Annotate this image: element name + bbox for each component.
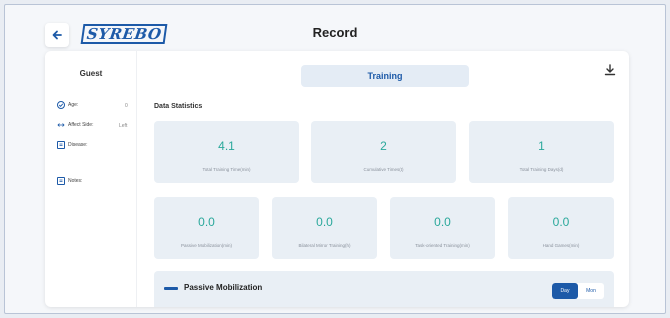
page-title: Record [312,25,358,40]
user-name: Guest [79,69,103,78]
stat-label: Total Training Days(d) [519,167,564,172]
stat-card-passive-mobilization: 0.0 Passive Mobilization(min) [154,197,259,259]
notes-label: Notes: [68,178,83,184]
passive-mobilization-panel: Passive Mobilization Day Mon [154,271,614,307]
affect-side-value: Left [119,123,128,129]
stat-value: 0.0 [198,215,215,229]
download-icon [604,64,616,76]
stat-label: Bilateral Mirror Training(h) [298,243,351,248]
period-toggle: Day Mon [552,283,604,299]
stat-card-task-oriented: 0.0 Task-oriented Training(min) [390,197,495,259]
stat-value: 0.0 [316,215,333,229]
affect-side-icon [57,121,65,129]
stat-card-bilateral-mirror: 0.0 Bilateral Mirror Training(h) [272,197,377,259]
notes-row: Notes: [57,177,82,185]
stat-value: 4.1 [218,139,235,153]
affect-side-label: Affect Side: [68,122,94,128]
stat-value: 0.0 [434,215,451,229]
stat-label: Task-oriented Training(min) [415,243,470,248]
disease-row: Disease: [57,141,87,149]
toggle-month[interactable]: Mon [578,283,604,299]
panel-title: Passive Mobilization [184,283,263,292]
download-button[interactable] [603,63,617,77]
stat-label: Passive Mobilization(min) [180,243,233,248]
main-content: Training Data Statistics 4.1 Total Train… [137,51,629,307]
stat-card-hand-games: 0.0 Hand Games(min) [508,197,614,259]
top-bar: SYREBO Record [5,5,665,51]
affect-side-row: Affect Side: [57,121,93,129]
age-icon [57,101,65,109]
toggle-day[interactable]: Day [552,283,578,299]
disease-icon [57,141,65,149]
app-screen: SYREBO Record Guest Age: 0 Affect Side: … [4,4,666,314]
stat-card-total-time: 4.1 Total Training Time(min) [154,121,299,183]
tab-training[interactable]: Training [301,65,469,87]
age-label: Age: [68,102,79,108]
section-title: Data Statistics [154,103,203,110]
stat-label: Hand Games(min) [542,243,580,248]
panel-accent-bar [164,287,178,290]
stat-value: 2 [380,139,387,153]
patient-sidebar: Guest Age: 0 Affect Side: Left Disease: [45,51,137,307]
stat-card-training-days: 1 Total Training Days(d) [469,121,614,183]
age-row: Age: [57,101,78,109]
age-value: 0 [125,103,128,109]
stat-value: 0.0 [552,215,570,229]
stat-label: Total Training Time(min) [202,167,251,172]
stat-label: Cumulative Times(t) [363,167,404,172]
record-card: Guest Age: 0 Affect Side: Left Disease: [45,51,629,307]
stat-value: 1 [538,139,545,153]
notes-icon [57,177,65,185]
disease-label: Disease: [68,142,88,148]
stat-card-cumulative-times: 2 Cumulative Times(t) [311,121,456,183]
